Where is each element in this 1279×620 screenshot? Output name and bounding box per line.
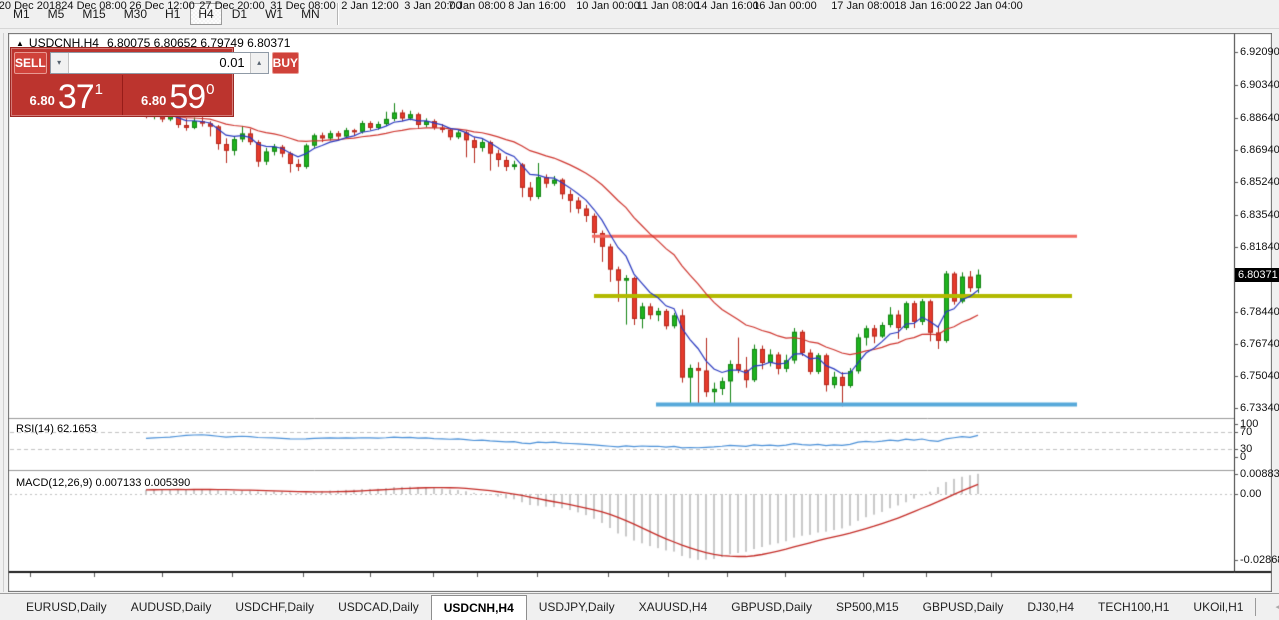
buy-price[interactable]: 6.80 59 0 [123, 75, 234, 115]
price-axis-tick: 6.81840 [1240, 241, 1279, 253]
price-axis-tick: 6.73340 [1240, 402, 1279, 414]
volume-decrement-icon[interactable]: ▾ [51, 53, 69, 73]
symbol-tab-audusd[interactable]: AUDUSD,Daily [119, 594, 224, 620]
buy-price-point: 0 [206, 81, 214, 98]
buy-price-pips: 59 [169, 82, 205, 112]
symbol-tab-eurusd[interactable]: EURUSD,Daily [14, 594, 119, 620]
symbol-tab-sp500[interactable]: SP500,M15 [824, 594, 911, 620]
symbol-tab-xauusd[interactable]: XAUUSD,H4 [627, 594, 720, 620]
one-click-prices: 6.80 37 1 6.80 59 0 [11, 75, 233, 115]
symbol-tab-usdchf[interactable]: USDCHF,Daily [223, 594, 326, 620]
one-click-trading-panel: SELL ▾ ▴ BUY 6.80 37 1 6.80 59 0 [10, 47, 234, 117]
price-axis-tick: 6.90340 [1240, 79, 1279, 91]
time-axis-label: 16 Jan 00:00 [753, 0, 817, 12]
time-axis-label: 10 Jan 00:00 [576, 0, 640, 12]
tab-nav-separator [1255, 598, 1256, 616]
symbol-tab-dj30[interactable]: DJ30,H4 [1015, 594, 1086, 620]
sell-button[interactable]: SELL [14, 52, 47, 74]
rsi-axis-tick: 70 [1240, 426, 1252, 438]
price-axis-tick: 6.83540 [1240, 209, 1279, 221]
current-price-label: 6.80371 [1235, 268, 1279, 282]
volume-increment-icon[interactable]: ▴ [250, 53, 268, 73]
macd-axis-tick: 0.00 [1240, 488, 1261, 500]
symbol-tab-tech100[interactable]: TECH100,H1 [1086, 594, 1181, 620]
macd-axis-tick: -0.028683 [1240, 554, 1279, 566]
symbol-tab-ukoil[interactable]: UKOil,H1 [1181, 594, 1255, 620]
tab-scroll-nav: ◄► [1255, 594, 1279, 620]
price-axis-tick: 6.76740 [1240, 338, 1279, 350]
time-axis-label: 24 Dec 08:00 [61, 0, 126, 12]
sell-price[interactable]: 6.80 37 1 [11, 75, 123, 115]
price-axis-tick: 6.75040 [1240, 370, 1279, 382]
volume-input[interactable] [69, 53, 250, 73]
time-axis-label: 31 Dec 08:00 [270, 0, 335, 12]
time-axis-label: 8 Jan 16:00 [508, 0, 566, 12]
price-axis-tick: 6.85240 [1240, 176, 1279, 188]
macd-axis-tick: 0.008839 [1240, 468, 1279, 480]
symbol-tab-gbpusd[interactable]: GBPUSD,Daily [911, 594, 1016, 620]
time-axis-label: 20 Dec 2018 [0, 0, 61, 12]
symbol-tab-bar: EURUSD,DailyAUDUSD,DailyUSDCHF,DailyUSDC… [0, 593, 1279, 620]
time-axis-label: 14 Jan 16:00 [695, 0, 759, 12]
sell-price-base: 6.80 [30, 93, 55, 108]
time-axis-label: 7 Jan 08:00 [448, 0, 506, 12]
time-axis-label: 18 Jan 16:00 [894, 0, 958, 12]
toolbar-separator [337, 3, 339, 25]
time-axis-label: 26 Dec 12:00 [129, 0, 194, 12]
time-axis-label: 11 Jan 08:00 [637, 0, 700, 12]
rsi-axis-tick: 0 [1240, 451, 1246, 463]
symbol-tab-gbpusd[interactable]: GBPUSD,Daily [719, 594, 824, 620]
time-axis-label: 2 Jan 12:00 [341, 0, 399, 12]
buy-button[interactable]: BUY [272, 52, 299, 74]
tab-scroll-left-icon[interactable]: ◄ [1266, 602, 1279, 613]
price-axis-tick: 6.78440 [1240, 306, 1279, 318]
rsi-title: RSI(14) 62.1653 [16, 423, 97, 435]
window-edge [3, 33, 4, 592]
price-axis-tick: 6.88640 [1240, 112, 1279, 124]
time-axis-label: 27 Dec 20:00 [199, 0, 264, 12]
sell-price-point: 1 [95, 81, 103, 98]
sell-price-pips: 37 [58, 82, 94, 112]
buy-price-base: 6.80 [141, 93, 166, 108]
price-axis-tick: 6.92090 [1240, 46, 1279, 58]
symbol-tab-usdcnh[interactable]: USDCNH,H4 [431, 595, 527, 620]
symbol-tab-usdcad[interactable]: USDCAD,Daily [326, 594, 431, 620]
symbol-tab-usdjpy[interactable]: USDJPY,Daily [527, 594, 627, 620]
volume-group: ▾ ▴ [50, 52, 269, 74]
one-click-top-row: SELL ▾ ▴ BUY [11, 48, 233, 75]
price-axis-tick: 6.86940 [1240, 144, 1279, 156]
time-axis-label: 17 Jan 08:00 [831, 0, 895, 12]
app-window: M1M5M15M30H1H4D1W1MN ▲USDCNH,H46.80075 6… [0, 0, 1279, 620]
macd-title: MACD(12,26,9) 0.007133 0.005390 [16, 477, 190, 489]
time-axis-label: 22 Jan 04:00 [959, 0, 1023, 12]
